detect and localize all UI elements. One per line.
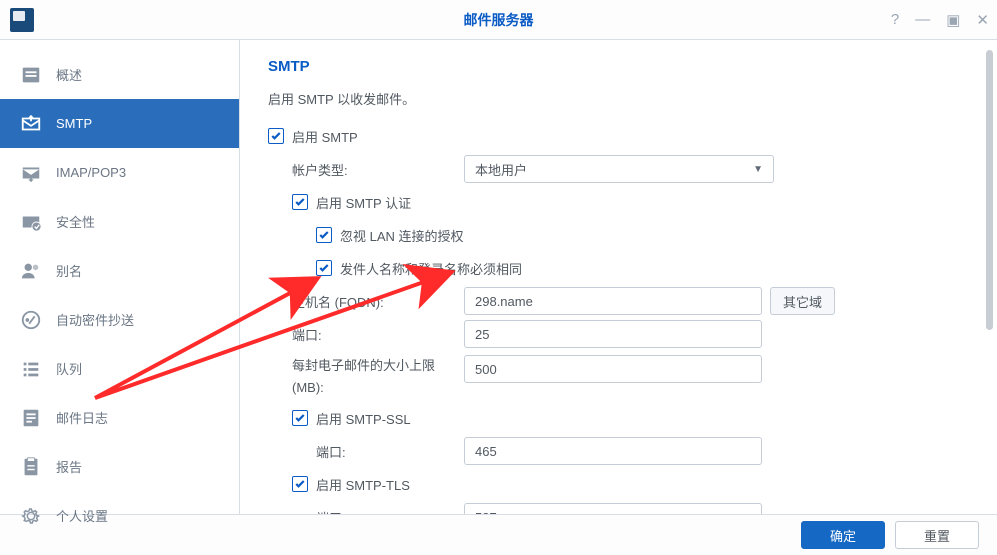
security-icon — [20, 211, 42, 233]
app-icon — [10, 8, 34, 32]
sidebar-item-report[interactable]: 报告 — [0, 442, 239, 491]
label-ssl-port: 端口: — [316, 442, 464, 461]
sidebar-item-smtp[interactable]: SMTP — [0, 99, 239, 148]
row-maxsize: 每封电子邮件的大小上限 (MB): — [268, 351, 969, 401]
input-tls-port[interactable] — [464, 503, 762, 514]
imap-icon — [20, 162, 42, 184]
sidebar-item-imap-pop3[interactable]: IMAP/POP3 — [0, 148, 239, 197]
checkbox-enable-smtp[interactable] — [268, 128, 284, 144]
alias-icon — [20, 260, 42, 282]
section-desc: 启用 SMTP 以收发邮件。 — [268, 89, 969, 108]
content-scrollbar[interactable] — [986, 50, 993, 500]
minimize-button[interactable]: — — [915, 11, 930, 29]
label-ignore-lan: 忽视 LAN 连接的授权 — [340, 226, 464, 245]
overview-icon — [20, 64, 42, 86]
window-buttons: ? — ▣ ✕ — [891, 11, 989, 29]
sidebar-item-overview[interactable]: 概述 — [0, 50, 239, 99]
label-smtp-auth: 启用 SMTP 认证 — [316, 193, 411, 212]
row-enable-tls: 启用 SMTP-TLS — [268, 468, 969, 500]
checkbox-smtp-auth[interactable] — [292, 194, 308, 210]
sidebar-item-queue[interactable]: 队列 — [0, 344, 239, 393]
label-hostname: 主机名 (FQDN): — [292, 292, 464, 311]
dropdown-value: 本地用户 — [475, 160, 527, 179]
row-tls-port: 端口: — [268, 501, 969, 514]
maximize-button[interactable]: ▣ — [946, 11, 960, 29]
reset-button[interactable]: 重置 — [895, 521, 979, 549]
sidebar-item-auto-bcc[interactable]: 自动密件抄送 — [0, 295, 239, 344]
chevron-down-icon: ▼ — [753, 164, 763, 175]
sidebar-label: SMTP — [56, 116, 92, 131]
content-pane: SMTP 启用 SMTP 以收发邮件。 启用 SMTP 帐户类型: 本地用户 ▼… — [240, 40, 997, 514]
input-hostname[interactable] — [464, 287, 762, 315]
row-port: 端口: — [268, 318, 969, 350]
sidebar-item-security[interactable]: 安全性 — [0, 197, 239, 246]
checkbox-smtp-tls[interactable] — [292, 476, 308, 492]
checkbox-ignore-lan[interactable] — [316, 227, 332, 243]
sidebar: 概述 SMTP IMAP/POP3 安全性 别名 — [0, 40, 240, 514]
row-ignore-lan: 忽视 LAN 连接的授权 — [268, 219, 969, 251]
checkbox-sender-match[interactable] — [316, 260, 332, 276]
input-maxsize[interactable] — [464, 355, 762, 383]
sidebar-item-alias[interactable]: 别名 — [0, 246, 239, 295]
sidebar-label: IMAP/POP3 — [56, 165, 126, 180]
sidebar-label: 队列 — [56, 359, 82, 378]
sidebar-item-personal-settings[interactable]: 个人设置 — [0, 491, 239, 540]
close-button[interactable]: ✕ — [976, 11, 989, 29]
sidebar-label: 个人设置 — [56, 506, 108, 525]
input-port[interactable] — [464, 320, 762, 348]
queue-icon — [20, 358, 42, 380]
label-sender-match: 发件人名称和登录名称必须相同 — [340, 259, 522, 278]
smtp-icon — [20, 113, 42, 135]
dropdown-account-type[interactable]: 本地用户 ▼ — [464, 155, 774, 183]
label-maxsize: 每封电子邮件的大小上限 (MB): — [292, 355, 464, 399]
label-account-type: 帐户类型: — [292, 160, 464, 179]
sidebar-label: 别名 — [56, 261, 82, 280]
ok-button[interactable]: 确定 — [801, 521, 885, 549]
label-port: 端口: — [292, 325, 464, 344]
label-enable-smtp: 启用 SMTP — [292, 127, 358, 146]
help-button[interactable]: ? — [891, 11, 899, 29]
row-enable-ssl: 启用 SMTP-SSL — [268, 402, 969, 434]
mail-log-icon — [20, 407, 42, 429]
section-title: SMTP — [268, 58, 969, 75]
sidebar-label: 自动密件抄送 — [56, 310, 134, 329]
row-enable-smtp-auth: 启用 SMTP 认证 — [268, 186, 969, 218]
gear-icon — [20, 505, 42, 527]
input-ssl-port[interactable] — [464, 437, 762, 465]
label-tls-port: 端口: — [316, 508, 464, 515]
auto-bcc-icon — [20, 309, 42, 331]
row-sender-match: 发件人名称和登录名称必须相同 — [268, 252, 969, 284]
window-title: 邮件服务器 — [464, 10, 534, 30]
row-hostname: 主机名 (FQDN): 其它域 — [268, 285, 969, 317]
titlebar: 邮件服务器 ? — ▣ ✕ — [0, 0, 997, 40]
label-smtp-tls: 启用 SMTP-TLS — [316, 475, 410, 494]
checkbox-smtp-ssl[interactable] — [292, 410, 308, 426]
row-account-type: 帐户类型: 本地用户 ▼ — [268, 153, 969, 185]
sidebar-label: 报告 — [56, 457, 82, 476]
sidebar-label: 概述 — [56, 65, 82, 84]
sidebar-label: 安全性 — [56, 212, 95, 231]
report-icon — [20, 456, 42, 478]
sidebar-item-mail-log[interactable]: 邮件日志 — [0, 393, 239, 442]
row-enable-smtp: 启用 SMTP — [268, 120, 969, 152]
button-other-domain[interactable]: 其它域 — [770, 287, 835, 315]
sidebar-label: 邮件日志 — [56, 408, 108, 427]
label-smtp-ssl: 启用 SMTP-SSL — [316, 409, 411, 428]
row-ssl-port: 端口: — [268, 435, 969, 467]
scroll-thumb[interactable] — [986, 50, 993, 330]
